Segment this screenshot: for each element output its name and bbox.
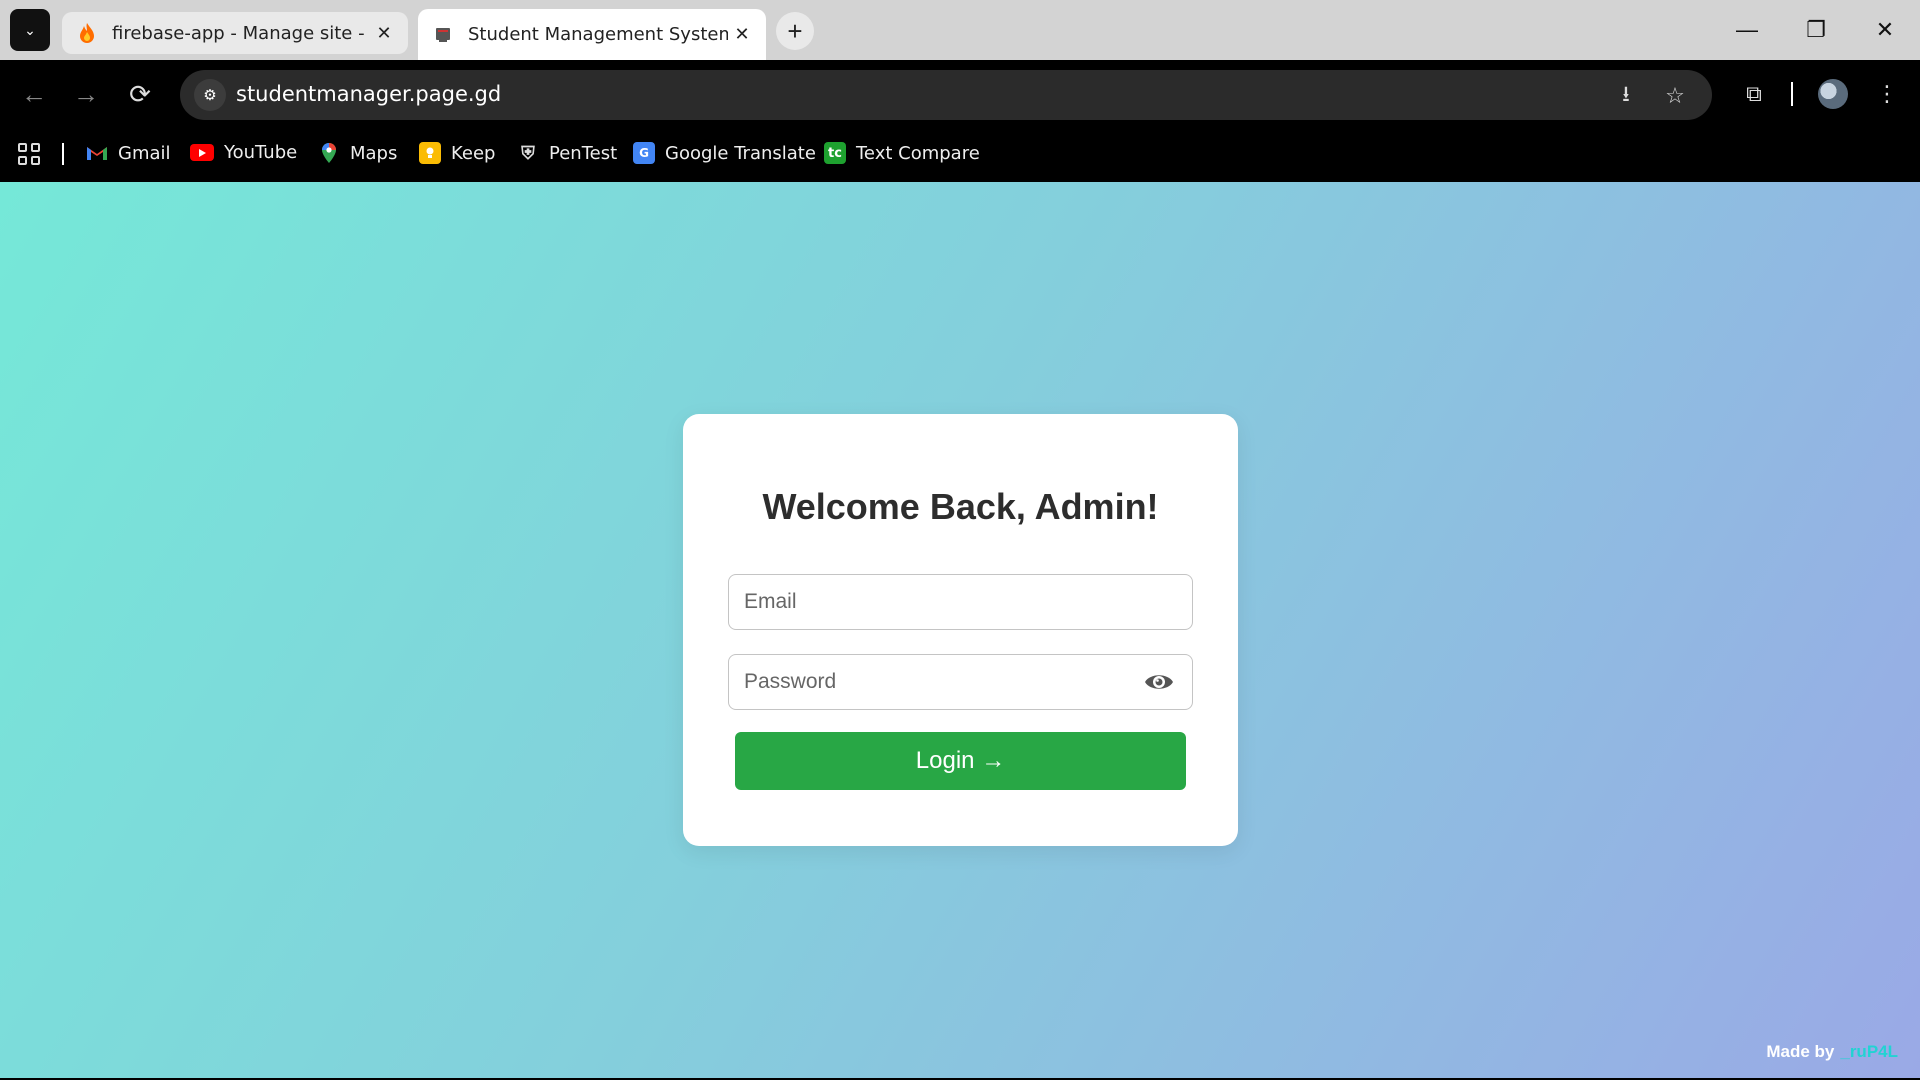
login-card: Welcome Back, Admin! Email Password Logi… <box>683 414 1238 846</box>
page-icon <box>432 24 454 46</box>
tab-student-management[interactable]: Student Management System ✕ <box>418 9 766 60</box>
bookmark-label: Text Compare <box>856 142 980 164</box>
minimize-icon: — <box>1736 17 1758 42</box>
arrow-left-icon: ← <box>21 78 47 109</box>
install-app-icon[interactable]: ⭳ <box>1611 81 1641 111</box>
close-window-button[interactable]: ✕ <box>1865 14 1905 46</box>
url-text: studentmanager.page.gd <box>236 82 502 106</box>
back-button[interactable]: ← <box>16 76 52 112</box>
author-signature: _ruP4L <box>1840 1042 1898 1061</box>
bookmark-google-translate[interactable]: G Google Translate <box>633 142 816 164</box>
tab-search-button[interactable]: ⌄ <box>10 9 50 51</box>
text-compare-icon: tc <box>824 142 846 164</box>
apps-grid-icon[interactable] <box>18 143 40 165</box>
arrow-right-icon: → <box>73 78 99 109</box>
bookmark-pentest[interactable]: ⛨ PenTest <box>517 142 617 164</box>
translate-icon: G <box>633 142 655 164</box>
bookmark-text-compare[interactable]: tc Text Compare <box>824 142 980 164</box>
login-button-label: Login → <box>915 747 1006 774</box>
tab-strip: ⌄ firebase-app - Manage site - Da ✕ Stud… <box>0 0 1920 60</box>
login-button[interactable]: Login → <box>735 732 1186 790</box>
bookmark-label: YouTube <box>224 142 298 163</box>
made-by-label: Made by <box>1766 1042 1835 1061</box>
bookmark-label: Keep <box>451 142 496 164</box>
bookmark-keep[interactable]: Keep <box>419 142 495 164</box>
bookmarks-divider <box>62 143 64 165</box>
youtube-icon <box>190 144 214 161</box>
page-background: Welcome Back, Admin! Email Password Logi… <box>0 182 1920 1078</box>
close-tab-icon[interactable]: ✕ <box>370 23 398 44</box>
reload-icon: ⟳ <box>129 78 151 109</box>
bookmark-gmail[interactable]: Gmail <box>86 142 171 164</box>
password-field[interactable]: Password <box>728 654 1193 710</box>
minimize-button[interactable]: — <box>1727 14 1767 46</box>
tab-firebase[interactable]: firebase-app - Manage site - Da ✕ <box>62 12 408 54</box>
made-by-credit: Made by _ruP4L <box>1766 1042 1898 1062</box>
password-placeholder: Password <box>744 670 837 693</box>
login-heading: Welcome Back, Admin! <box>762 486 1159 527</box>
pentest-icon: ⛨ <box>521 142 535 164</box>
tab-title: Student Management System <box>468 24 728 45</box>
toolbar-divider <box>1791 82 1793 106</box>
chevron-down-icon: ⌄ <box>24 21 36 38</box>
bookmarks-bar: Gmail YouTube Maps Keep ⛨ PenTest G Goog… <box>0 132 1920 176</box>
address-bar[interactable]: ⚙ studentmanager.page.gd ⭳ ☆ <box>180 70 1712 120</box>
email-field[interactable]: Email <box>728 574 1193 630</box>
tab-title: firebase-app - Manage site - Da <box>112 22 370 44</box>
gmail-icon <box>86 142 108 164</box>
reload-button[interactable]: ⟳ <box>122 76 158 112</box>
close-icon: ✕ <box>1875 17 1895 42</box>
plus-icon: + <box>787 15 803 46</box>
close-tab-icon[interactable]: ✕ <box>728 24 756 45</box>
firebase-flame-icon <box>76 22 98 44</box>
menu-kebab-icon[interactable]: ⋮ <box>1870 77 1904 111</box>
bookmark-star-icon[interactable]: ☆ <box>1660 81 1690 111</box>
browser-toolbar: ← → ⟳ ⚙ studentmanager.page.gd ⭳ ☆ ⧉ ⋮ G… <box>0 60 1920 188</box>
bookmark-label: Google Translate <box>665 142 816 164</box>
email-placeholder: Email <box>744 590 797 613</box>
eye-icon[interactable] <box>1144 670 1174 694</box>
extensions-icon[interactable]: ⧉ <box>1737 77 1771 111</box>
restore-button[interactable]: ❐ <box>1796 14 1836 46</box>
bookmark-maps[interactable]: Maps <box>318 142 397 164</box>
profile-avatar[interactable] <box>1818 79 1848 109</box>
bookmark-youtube[interactable]: YouTube <box>190 142 297 163</box>
forward-button[interactable]: → <box>68 76 104 112</box>
site-settings-icon[interactable]: ⚙ <box>194 79 226 111</box>
bookmark-label: PenTest <box>549 142 618 164</box>
maps-icon <box>318 142 340 164</box>
bookmark-label: Maps <box>350 142 398 164</box>
new-tab-button[interactable]: + <box>776 12 814 50</box>
restore-icon: ❐ <box>1806 17 1826 42</box>
bookmark-label: Gmail <box>118 142 171 164</box>
keep-icon <box>419 142 441 164</box>
